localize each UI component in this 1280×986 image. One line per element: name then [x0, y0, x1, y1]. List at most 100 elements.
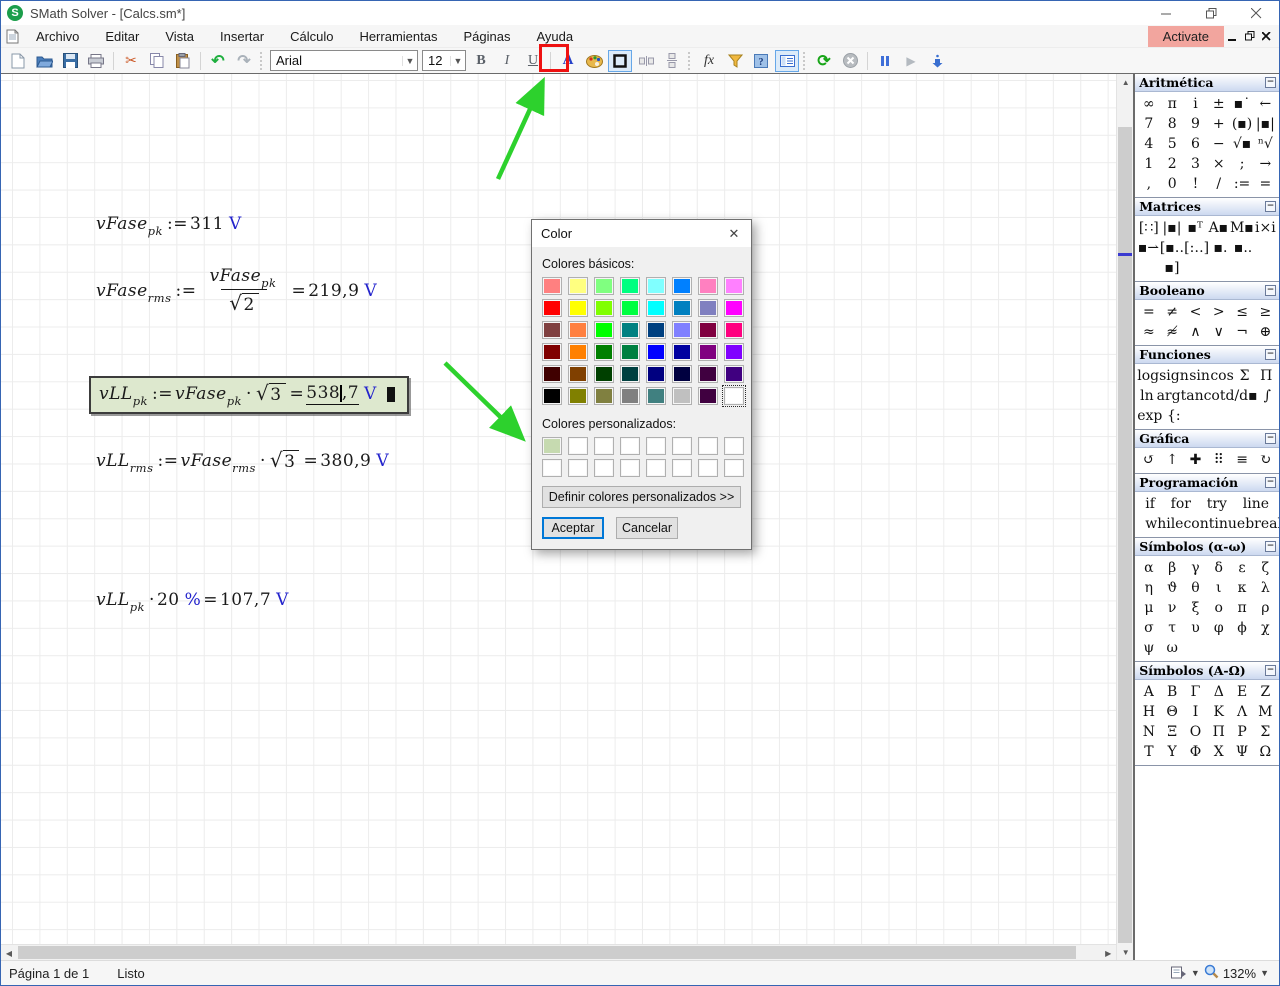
palette-item[interactable]: Λ — [1230, 702, 1253, 722]
menu-item-paginas[interactable]: Páginas — [450, 26, 523, 47]
basic-color-swatch[interactable] — [568, 299, 588, 317]
custom-color-swatch[interactable] — [646, 459, 666, 477]
palette-item[interactable]: ▪⇀ — [1137, 238, 1160, 278]
palette-item[interactable]: sign — [1159, 366, 1189, 386]
palette-item[interactable]: > — [1207, 302, 1230, 322]
basic-color-swatch[interactable] — [646, 343, 666, 361]
minimize-button[interactable] — [1144, 1, 1189, 25]
zoom-magnifier-icon[interactable] — [1204, 964, 1219, 982]
help-reference-button[interactable]: ? — [749, 50, 773, 72]
menu-item-ayuda[interactable]: Ayuda — [523, 26, 586, 47]
basic-color-swatch[interactable] — [724, 365, 744, 383]
chevron-down-icon[interactable]: ▼ — [402, 56, 417, 66]
cancel-button[interactable]: Cancelar — [616, 517, 678, 539]
palette-item[interactable]: δ — [1207, 558, 1230, 578]
basic-color-swatch[interactable] — [594, 365, 614, 383]
custom-color-swatch[interactable] — [568, 459, 588, 477]
palette-item[interactable]: A▪ — [1207, 218, 1230, 238]
custom-color-swatch[interactable] — [724, 437, 744, 455]
scroll-right-arrow[interactable]: ▶ — [1100, 945, 1116, 961]
basic-color-swatch[interactable] — [620, 387, 640, 405]
dialog-title-bar[interactable]: Color ✕ — [532, 220, 751, 247]
debug-step-button[interactable] — [925, 50, 949, 72]
basic-color-swatch[interactable] — [542, 277, 562, 295]
palette-item[interactable]: Ξ — [1161, 722, 1184, 742]
font-size-select[interactable]: 12▼ — [422, 50, 466, 71]
basic-color-swatch[interactable] — [620, 277, 640, 295]
menu-item-herramientas[interactable]: Herramientas — [346, 26, 450, 47]
font-color-button[interactable]: A — [556, 50, 580, 72]
palette-item[interactable]: α — [1137, 558, 1160, 578]
palette-item[interactable]: ω — [1161, 638, 1184, 658]
palette-item[interactable]: ∧ — [1184, 322, 1207, 342]
palette-item[interactable]: 3 — [1184, 154, 1207, 174]
collapse-icon[interactable]: − — [1265, 285, 1276, 296]
scroll-up-arrow[interactable]: ▲ — [1117, 74, 1134, 90]
basic-color-swatch[interactable] — [542, 387, 562, 405]
vertical-scroll-thumb[interactable] — [1118, 127, 1132, 943]
basic-color-swatch[interactable] — [672, 321, 692, 339]
basic-color-swatch[interactable] — [646, 299, 666, 317]
palette-item[interactable]: ε — [1230, 558, 1253, 578]
mdi-close-button[interactable] — [1258, 27, 1275, 45]
copy-button[interactable] — [145, 50, 169, 72]
palette-item[interactable]: ≤ — [1230, 302, 1253, 322]
menu-item-archivo[interactable]: Archivo — [23, 26, 92, 47]
scroll-down-arrow[interactable]: ▼ — [1117, 944, 1134, 960]
palette-item[interactable]: Π — [1255, 366, 1277, 386]
palette-item[interactable]: ± — [1207, 94, 1230, 114]
palette-item[interactable]: ✚ — [1184, 450, 1207, 470]
palette-item[interactable]: Ω — [1254, 742, 1277, 762]
palette-item[interactable]: Υ — [1161, 742, 1184, 762]
basic-color-swatch[interactable] — [568, 277, 588, 295]
palette-item[interactable]: continue — [1183, 514, 1245, 534]
palette-item[interactable]: Ε — [1230, 682, 1253, 702]
horizontal-scrollbar[interactable]: ◀ ▶ — [1, 944, 1116, 960]
palette-item[interactable]: ∫ — [1258, 386, 1277, 406]
side-panel-toggle-button[interactable] — [775, 50, 799, 72]
palette-item[interactable]: ← — [1254, 94, 1277, 114]
activate-button[interactable]: Activate — [1148, 26, 1224, 47]
custom-color-swatch[interactable] — [698, 437, 718, 455]
basic-color-swatch[interactable] — [672, 365, 692, 383]
palette-item[interactable]: π — [1230, 598, 1253, 618]
basic-color-swatch[interactable] — [698, 343, 718, 361]
cut-button[interactable]: ✂ — [119, 50, 143, 72]
basic-color-swatch[interactable] — [568, 343, 588, 361]
palette-item[interactable]: × — [1207, 154, 1230, 174]
palette-item[interactable]: Δ — [1207, 682, 1230, 702]
palette-item[interactable]: break — [1245, 514, 1279, 534]
restore-button[interactable] — [1189, 1, 1234, 25]
bold-button[interactable]: B — [469, 50, 493, 72]
save-button[interactable] — [58, 50, 82, 72]
basic-color-swatch[interactable] — [698, 321, 718, 339]
custom-color-swatch[interactable] — [542, 459, 562, 477]
custom-color-swatch[interactable] — [594, 459, 614, 477]
palette-item[interactable]: ∞ — [1137, 94, 1160, 114]
palette-item[interactable]: cot — [1204, 386, 1226, 406]
collapse-icon[interactable]: − — [1265, 477, 1276, 488]
palette-item[interactable]: Ζ — [1254, 682, 1277, 702]
basic-color-swatch[interactable] — [620, 321, 640, 339]
basic-color-swatch[interactable] — [724, 299, 744, 317]
palette-item[interactable]: 9 — [1184, 114, 1207, 134]
palette-item[interactable]: λ — [1254, 578, 1277, 598]
basic-color-swatch[interactable] — [594, 277, 614, 295]
document-icon[interactable] — [1, 29, 23, 44]
custom-color-swatch[interactable] — [646, 437, 666, 455]
basic-color-swatch[interactable] — [594, 343, 614, 361]
palette-item[interactable]: while — [1145, 514, 1183, 534]
palette-item[interactable]: i — [1184, 94, 1207, 114]
palette-item[interactable]: ▪.. — [1232, 238, 1255, 278]
palette-item[interactable]: ϕ — [1230, 618, 1253, 638]
palette-item[interactable]: ; — [1230, 154, 1253, 174]
palette-item[interactable]: → — [1254, 154, 1277, 174]
basic-color-swatch[interactable] — [620, 365, 640, 383]
palette-item[interactable]: line — [1243, 494, 1269, 514]
basic-color-swatch[interactable] — [672, 277, 692, 295]
basic-color-swatch[interactable] — [646, 365, 666, 383]
basic-color-swatch[interactable] — [594, 299, 614, 317]
basic-color-swatch[interactable] — [542, 299, 562, 317]
palette-item[interactable]: Σ — [1234, 366, 1256, 386]
palette-item[interactable]: φ — [1207, 618, 1230, 638]
